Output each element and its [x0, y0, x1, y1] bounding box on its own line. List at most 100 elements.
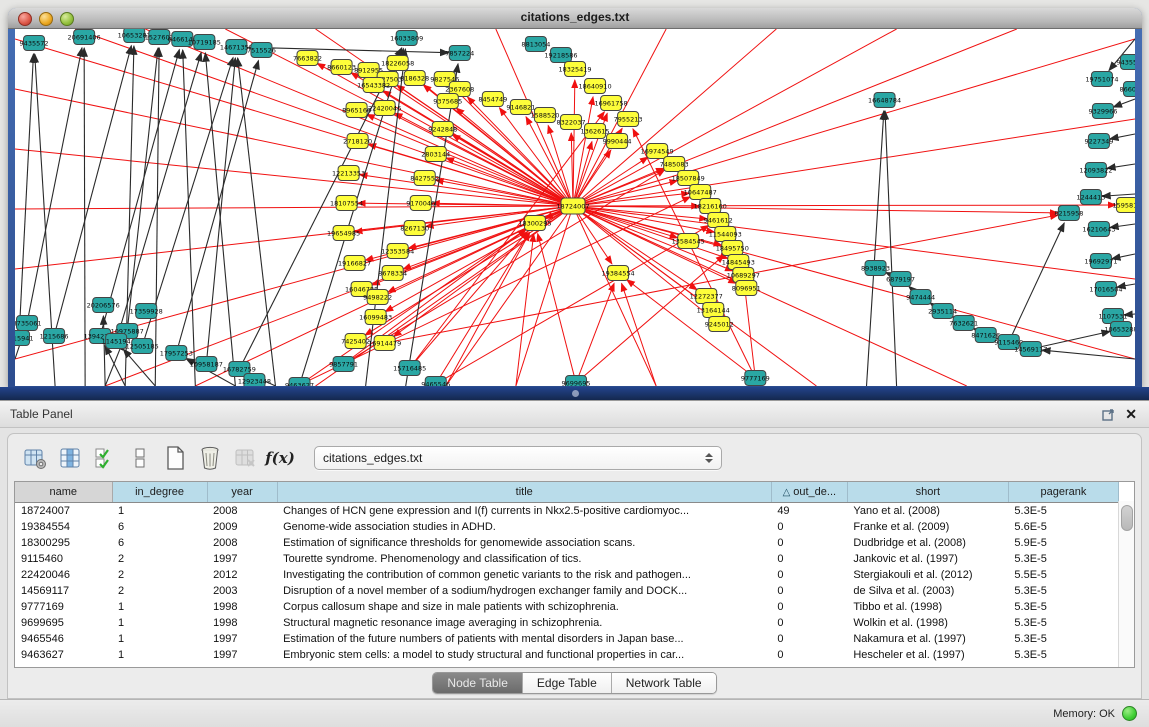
- column-header-year[interactable]: year: [207, 482, 277, 503]
- graph-node[interactable]: 18226058: [381, 56, 414, 71]
- graph-node[interactable]: 18107554: [330, 196, 363, 211]
- graph-node[interactable]: 1362615: [581, 124, 610, 139]
- graph-node[interactable]: 8427552: [410, 171, 439, 186]
- graph-node[interactable]: 9857791: [329, 357, 358, 372]
- graph-node[interactable]: 9699695: [562, 376, 591, 387]
- graph-node[interactable]: 9329966: [1088, 104, 1117, 119]
- graph-node[interactable]: 19654985: [327, 226, 360, 241]
- column-header-short[interactable]: short: [847, 482, 1008, 503]
- graph-node[interactable]: 8813054: [521, 37, 550, 52]
- graph-node[interactable]: 1215686: [40, 329, 69, 344]
- graph-node[interactable]: 19166827: [338, 256, 371, 271]
- graph-node[interactable]: 16914479: [368, 336, 401, 351]
- table-row[interactable]: 946554611997Estimation of the future num…: [15, 631, 1119, 647]
- graph-node[interactable]: 18216160: [694, 199, 727, 214]
- graph-node[interactable]: 18495750: [716, 241, 749, 256]
- window-titlebar[interactable]: citations_edges.txt: [8, 8, 1142, 29]
- graph-node[interactable]: 9435573: [1117, 55, 1135, 70]
- table-row[interactable]: 911546021997Tourette syndrome. Phenomeno…: [15, 551, 1119, 567]
- graph-node[interactable]: 18507849: [672, 171, 705, 186]
- graph-node[interactable]: 8965166: [342, 103, 371, 118]
- tab-node-table[interactable]: Node Table: [433, 673, 523, 693]
- graph-node[interactable]: 7425402: [341, 334, 370, 349]
- table-row[interactable]: 1456911722003Disruption of a novel membe…: [15, 583, 1119, 599]
- graph-node[interactable]: 2718120: [343, 134, 372, 149]
- graph-node[interactable]: 15716485: [393, 361, 426, 376]
- new-document-icon[interactable]: [162, 445, 188, 471]
- table-row[interactable]: 946362711997Embryonic stem cells: a mode…: [15, 647, 1119, 663]
- graph-node[interactable]: 9474444: [906, 290, 935, 305]
- graph-node[interactable]: 8735061: [15, 316, 42, 331]
- table-row[interactable]: 977716911998Corpus callosum shape and si…: [15, 599, 1119, 615]
- graph-node[interactable]: 16648784: [868, 93, 901, 108]
- table-row[interactable]: 1938455462009Genome-wide association stu…: [15, 519, 1119, 535]
- graph-node[interactable]: 8096951: [732, 281, 761, 296]
- graph-node[interactable]: 8678334: [378, 266, 407, 281]
- trash-icon[interactable]: [197, 445, 223, 471]
- graph-node[interactable]: 1244413: [1076, 190, 1105, 205]
- graph-node[interactable]: 8660124: [1120, 82, 1135, 97]
- graph-node[interactable]: 12213353: [332, 166, 365, 181]
- graph-node[interactable]: 16210643: [1082, 222, 1115, 237]
- column-header-in_degree[interactable]: in_degree: [112, 482, 207, 503]
- tab-edge-table[interactable]: Edge Table: [523, 673, 612, 693]
- graph-node[interactable]: 18325419: [558, 62, 591, 77]
- close-panel-icon[interactable]: ✕: [1125, 407, 1137, 421]
- scrollbar-thumb[interactable]: [1121, 505, 1133, 531]
- graph-node[interactable]: 2803144: [421, 147, 450, 162]
- column-header-pagerank[interactable]: pagerank: [1008, 482, 1118, 503]
- graph-node[interactable]: 9170046: [406, 196, 435, 211]
- graph-node[interactable]: 12093822: [1079, 163, 1112, 178]
- graph-node[interactable]: 17957253: [160, 346, 193, 361]
- graph-node[interactable]: 8186328: [400, 71, 429, 86]
- graph-node[interactable]: 9227349: [1084, 134, 1113, 149]
- network-canvas[interactable]: 9435572206914061065328715276026466140107…: [15, 29, 1135, 386]
- graph-node[interactable]: 9777169: [741, 371, 770, 386]
- graph-node[interactable]: 1588520: [530, 108, 559, 123]
- function-icon[interactable]: f(x): [267, 445, 293, 471]
- column-header-out_degree[interactable]: △out_de...: [771, 482, 847, 503]
- graph-node[interactable]: 16961758: [595, 96, 628, 111]
- graph-node[interactable]: 7857224: [445, 46, 474, 61]
- tab-network-table[interactable]: Network Table: [612, 673, 716, 693]
- graph-node[interactable]: 16099483: [359, 310, 392, 325]
- float-panel-icon[interactable]: [1102, 408, 1115, 421]
- graph-node[interactable]: 9461612: [704, 213, 733, 228]
- graph-node[interactable]: 18724007: [556, 198, 589, 214]
- column-header-title[interactable]: title: [277, 482, 771, 503]
- graph-node[interactable]: 8660123: [327, 60, 356, 75]
- graph-node[interactable]: 8215958: [1054, 206, 1083, 221]
- graph-node[interactable]: 9245012: [705, 317, 734, 332]
- graph-node[interactable]: 19218586: [544, 48, 577, 63]
- graph-node[interactable]: 7663822: [293, 51, 322, 66]
- graph-node[interactable]: 18640910: [578, 79, 611, 94]
- graph-node[interactable]: 20691406: [68, 30, 101, 45]
- graph-node[interactable]: 7515526: [247, 43, 276, 58]
- graph-node[interactable]: 3915941: [15, 331, 33, 346]
- graph-node[interactable]: 16033809: [390, 31, 423, 46]
- table-row[interactable]: 1872400712008Changes of HCN gene express…: [15, 503, 1119, 520]
- memory-ok-icon[interactable]: [1122, 706, 1137, 721]
- graph-node[interactable]: 9498222: [363, 290, 392, 305]
- table-gear-icon[interactable]: [22, 445, 48, 471]
- graph-node[interactable]: 17016504: [1089, 282, 1122, 297]
- graph-node[interactable]: 6879197: [886, 272, 915, 287]
- graph-node[interactable]: 8267130: [400, 221, 429, 236]
- graph-node[interactable]: 17359928: [130, 304, 163, 319]
- graph-node[interactable]: 7955213: [614, 112, 643, 127]
- rows-box-icon[interactable]: [127, 445, 153, 471]
- table-row[interactable]: 969969511998Structural magnetic resonanc…: [15, 615, 1119, 631]
- vertical-scrollbar[interactable]: [1118, 501, 1134, 667]
- graph-node[interactable]: 1595814: [1112, 198, 1135, 213]
- graph-node[interactable]: 8938923: [861, 261, 890, 276]
- table-row[interactable]: 2242004622012Investigating the contribut…: [15, 567, 1119, 583]
- table-column-icon[interactable]: [57, 445, 83, 471]
- rows-check-icon[interactable]: [92, 445, 118, 471]
- graph-node[interactable]: 9375685: [433, 94, 462, 109]
- graph-node[interactable]: 9242848: [428, 122, 457, 137]
- graph-node[interactable]: 12353584: [381, 244, 414, 259]
- graph-node[interactable]: 11544093: [709, 227, 742, 242]
- graph-node[interactable]: 20206576: [87, 298, 120, 313]
- graph-node[interactable]: 7632621: [949, 316, 978, 331]
- graph-node[interactable]: 9463627: [285, 378, 314, 387]
